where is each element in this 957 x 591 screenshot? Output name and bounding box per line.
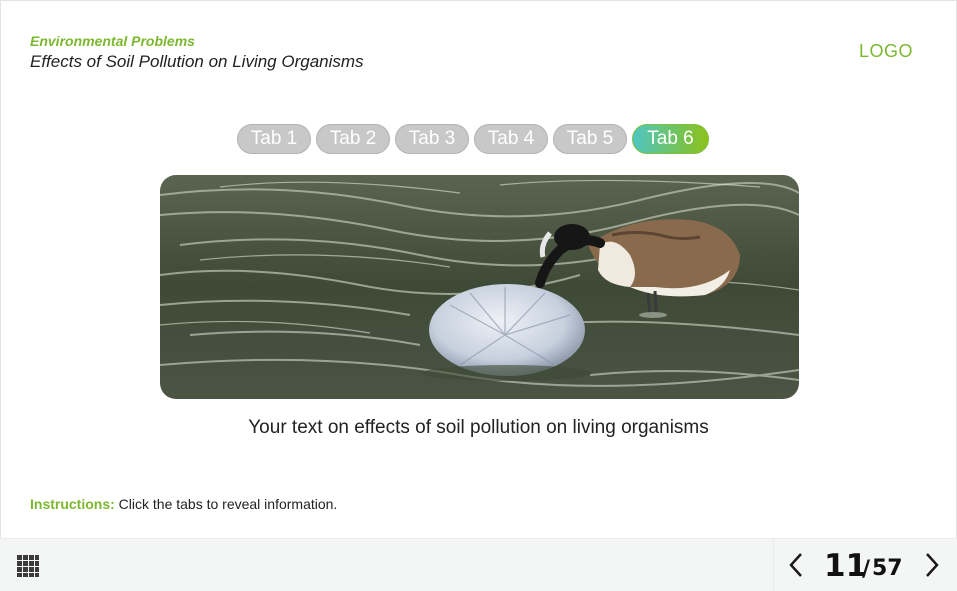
tab-1[interactable]: Tab 1	[237, 124, 311, 154]
tab-bar: Tab 1 Tab 2 Tab 3 Tab 4 Tab 5 Tab 6	[237, 124, 709, 154]
current-page: 11	[824, 548, 868, 584]
chevron-right-icon[interactable]	[922, 552, 942, 578]
tab-5[interactable]: Tab 5	[553, 124, 627, 154]
grid-menu-icon[interactable]	[17, 555, 39, 577]
total-pages: 57	[872, 556, 903, 581]
instructions-label: Instructions:	[30, 496, 115, 512]
tab-3[interactable]: Tab 3	[395, 124, 469, 154]
pager: 11 / 57	[773, 539, 957, 591]
tab-6[interactable]: Tab 6	[632, 124, 709, 154]
tab-4[interactable]: Tab 4	[474, 124, 548, 154]
content-caption: Your text on effects of soil pollution o…	[248, 417, 709, 438]
page-title: Effects of Soil Pollution on Living Orga…	[30, 52, 364, 71]
content-image	[160, 175, 799, 399]
chevron-left-icon[interactable]	[786, 552, 806, 578]
goose-photo	[160, 175, 799, 399]
instructions: Instructions: Click the tabs to reveal i…	[30, 496, 337, 512]
bottom-bar: 11 / 57	[0, 538, 957, 591]
page-separator: /	[862, 557, 871, 582]
tab-2[interactable]: Tab 2	[316, 124, 390, 154]
category-label: Environmental Problems	[30, 33, 195, 49]
logo: LOGO	[858, 41, 913, 61]
instructions-text: Click the tabs to reveal information.	[114, 496, 338, 512]
